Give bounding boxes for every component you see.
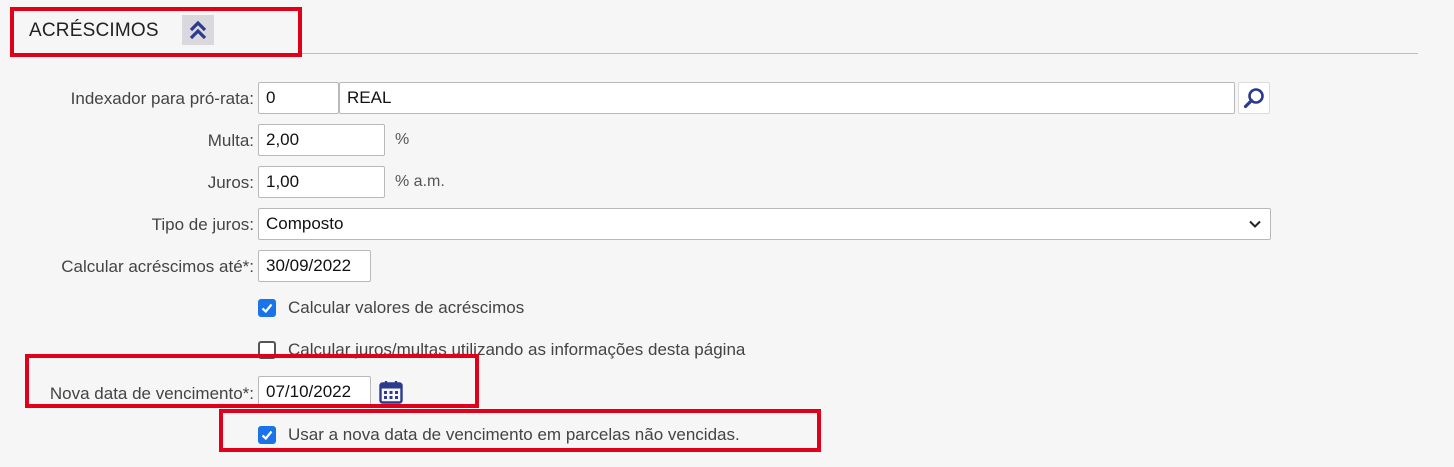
calcular-valores-option[interactable]: Calcular valores de acréscimos xyxy=(258,297,524,319)
indexador-search-button[interactable] xyxy=(1238,82,1270,114)
usar-nova-data-label: Usar a nova data de vencimento em parcel… xyxy=(288,425,740,444)
checkmark-icon xyxy=(261,303,273,314)
calendar-icon xyxy=(379,381,403,404)
calcular-valores-label: Calcular valores de acréscimos xyxy=(288,298,525,317)
calcular-juros-label: Calcular juros/multas utilizando as info… xyxy=(288,340,746,359)
juros-unit: % a.m. xyxy=(395,173,445,190)
double-chevron-up-icon xyxy=(189,20,207,40)
section-title: ACRÉSCIMOS xyxy=(29,20,159,41)
collapse-button[interactable] xyxy=(182,15,214,45)
calcular-juros-option[interactable]: Calcular juros/multas utilizando as info… xyxy=(258,339,745,361)
multa-unit: % xyxy=(395,131,410,148)
calcular-ate-label: Calcular acréscimos até*: xyxy=(61,257,254,276)
juros-label: Juros: xyxy=(207,173,254,192)
calcular-valores-checkbox[interactable] xyxy=(258,299,276,317)
search-icon xyxy=(1243,88,1264,109)
tipo-juros-select[interactable]: Composto xyxy=(258,208,1271,240)
acrescimos-panel: ACRÉSCIMOS Indexador para pró-rata: 0 RE… xyxy=(0,0,1454,467)
tipo-juros-label: Tipo de juros: xyxy=(151,215,254,234)
calcular-juros-checkbox[interactable] xyxy=(258,341,276,359)
chevron-down-icon xyxy=(1249,220,1261,228)
multa-input[interactable]: 2,00 xyxy=(258,124,385,156)
indexador-label: Indexador para pró-rata: xyxy=(70,89,254,108)
calendar-button[interactable] xyxy=(375,376,407,408)
usar-nova-data-checkbox[interactable] xyxy=(258,426,276,444)
section-divider xyxy=(12,53,1418,54)
indexador-name-input[interactable]: REAL xyxy=(339,82,1235,114)
juros-input[interactable]: 1,00 xyxy=(258,166,385,198)
tipo-juros-selected-value: Composto xyxy=(266,214,344,233)
calcular-ate-date-input[interactable]: 30/09/2022 xyxy=(258,250,371,282)
checkmark-icon xyxy=(261,430,273,441)
nova-data-label: Nova data de vencimento*: xyxy=(49,384,254,403)
multa-label: Multa: xyxy=(207,131,254,150)
indexador-code-input[interactable]: 0 xyxy=(258,82,339,114)
usar-nova-data-option[interactable]: Usar a nova data de vencimento em parcel… xyxy=(258,424,740,446)
nova-data-date-input[interactable]: 07/10/2022 xyxy=(258,376,371,408)
